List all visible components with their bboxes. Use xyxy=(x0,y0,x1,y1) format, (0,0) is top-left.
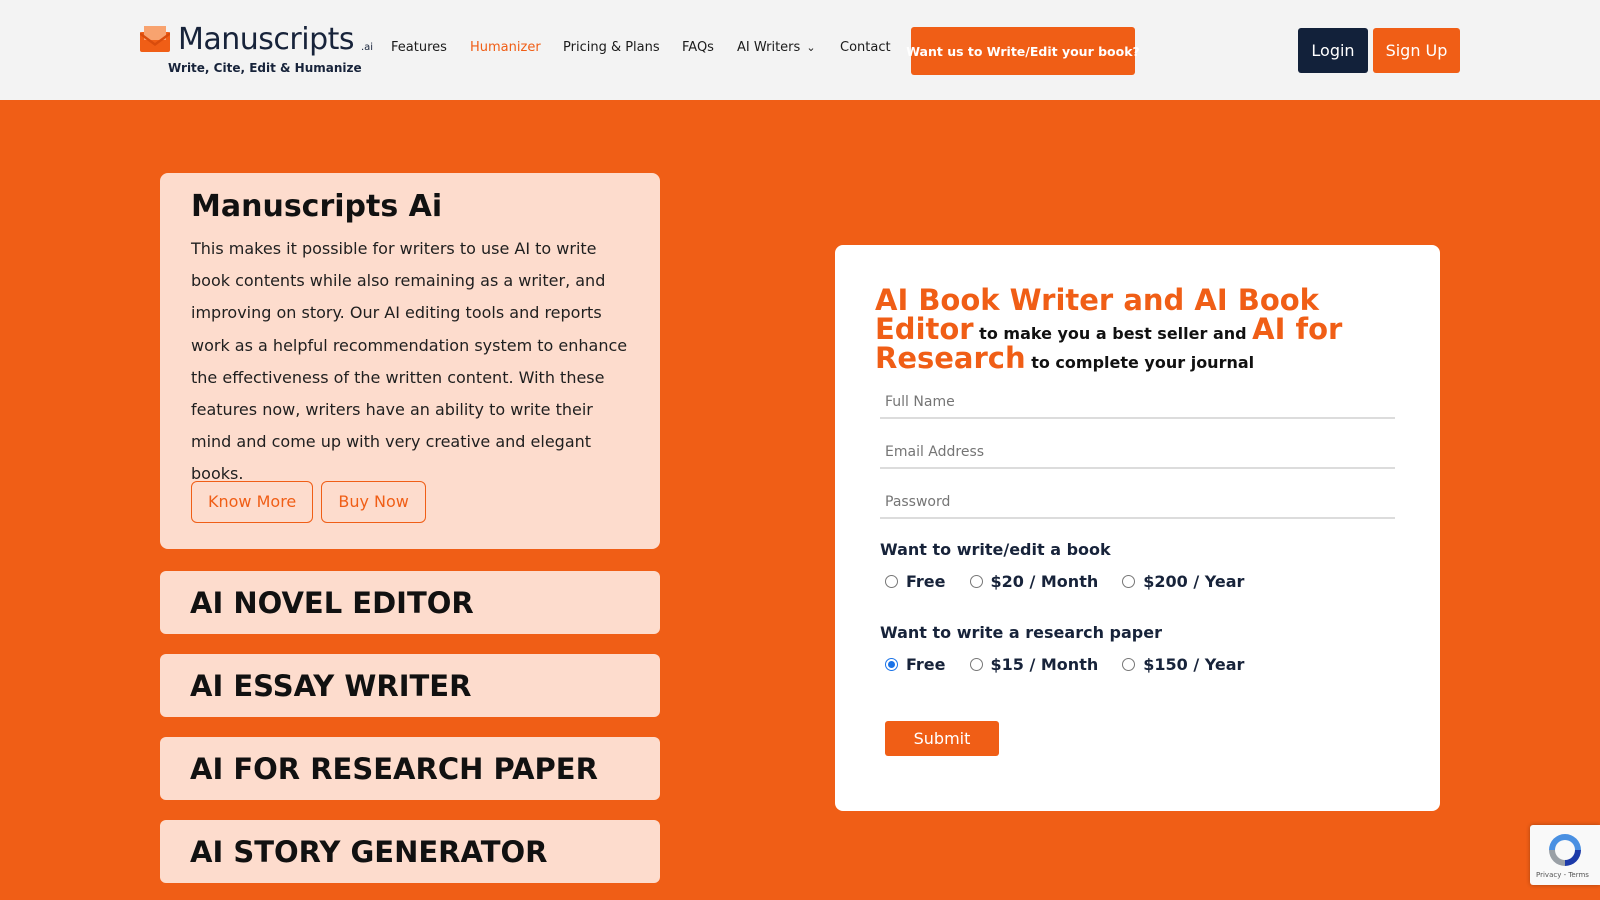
form-heading: AI Book Writer and AI Book Editor to mak… xyxy=(875,286,1405,374)
envelope-book-icon xyxy=(140,26,170,52)
form-heading-text-2: to complete your journal xyxy=(1025,353,1255,372)
research-plan-options: Free $15 / Month $150 / Year xyxy=(885,655,1268,674)
recaptcha-badge[interactable]: Privacy - Terms xyxy=(1530,825,1600,885)
email-input[interactable] xyxy=(880,425,1395,469)
book-plan-options: Free $20 / Month $200 / Year xyxy=(885,572,1268,591)
logo-name: Manuscripts xyxy=(178,22,355,57)
radio-checked-icon[interactable] xyxy=(885,658,898,671)
book-plan-free-label: Free xyxy=(906,572,946,591)
research-plan-label: Want to write a research paper xyxy=(880,623,1162,642)
logo-suffix: .ai xyxy=(361,42,374,53)
book-plan-monthly[interactable]: $20 / Month xyxy=(969,572,1099,591)
logo[interactable]: Manuscripts .ai Write, Cite, Edit & Huma… xyxy=(140,22,380,80)
book-plan-yearly[interactable]: $200 / Year xyxy=(1122,572,1244,591)
full-name-input[interactable] xyxy=(880,375,1395,419)
info-title: Manuscripts Ai xyxy=(191,189,443,224)
password-input[interactable] xyxy=(880,475,1395,519)
know-more-button[interactable]: Know More xyxy=(191,481,314,523)
research-plan-monthly[interactable]: $15 / Month xyxy=(969,655,1099,674)
radio-circle-icon[interactable] xyxy=(969,575,983,588)
research-plan-free[interactable]: Free xyxy=(885,655,946,674)
info-card: Manuscripts Ai This makes it possible fo… xyxy=(160,173,660,549)
chevron-down-icon: ⌄ xyxy=(806,41,816,54)
write-edit-book-button[interactable]: Want us to Write/Edit your book? xyxy=(906,27,1140,75)
buy-now-button[interactable]: Buy Now xyxy=(321,481,426,523)
book-plan-monthly-label: $20 / Month xyxy=(990,572,1099,591)
nav-contact[interactable]: Contact xyxy=(840,40,891,55)
nav-pricing[interactable]: Pricing & Plans xyxy=(563,40,660,55)
tool-card-research-paper[interactable]: AI FOR RESEARCH PAPER xyxy=(160,737,660,800)
book-plan-yearly-label: $200 / Year xyxy=(1143,572,1245,591)
nav-humanizer[interactable]: Humanizer xyxy=(470,40,541,55)
nav-faqs[interactable]: FAQs xyxy=(682,40,714,55)
radio-circle-icon[interactable] xyxy=(1122,658,1136,671)
logo-tagline: Write, Cite, Edit & Humanize xyxy=(168,61,362,75)
sign-up-button[interactable]: Sign Up xyxy=(1373,28,1460,73)
signup-form: AI Book Writer and AI Book Editor to mak… xyxy=(835,245,1440,811)
tool-card-story-generator[interactable]: AI STORY GENERATOR xyxy=(160,820,660,883)
tool-card-novel-editor[interactable]: AI NOVEL EDITOR xyxy=(160,571,660,634)
book-plan-free[interactable]: Free xyxy=(885,572,946,591)
research-plan-free-label: Free xyxy=(906,655,946,674)
research-plan-yearly[interactable]: $150 / Year xyxy=(1122,655,1244,674)
info-description: This makes it possible for writers to us… xyxy=(191,239,628,484)
recaptcha-icon xyxy=(1549,834,1581,866)
login-button[interactable]: Login xyxy=(1298,28,1368,73)
radio-circle-icon[interactable] xyxy=(885,575,898,588)
radio-circle-icon[interactable] xyxy=(969,658,983,671)
nav-ai-writers[interactable]: AI Writers ⌄ xyxy=(737,40,816,55)
site-header: Manuscripts .ai Write, Cite, Edit & Huma… xyxy=(0,0,1600,100)
book-plan-label: Want to write/edit a book xyxy=(880,540,1111,559)
research-plan-monthly-label: $15 / Month xyxy=(990,655,1099,674)
nav-features[interactable]: Features xyxy=(391,40,447,55)
recaptcha-terms[interactable]: Privacy - Terms xyxy=(1536,871,1589,879)
info-buttons: Know More Buy Now xyxy=(191,481,429,523)
tool-card-essay-writer[interactable]: AI ESSAY WRITER xyxy=(160,654,660,717)
research-plan-yearly-label: $150 / Year xyxy=(1143,655,1245,674)
radio-circle-icon[interactable] xyxy=(1122,575,1136,588)
submit-button[interactable]: Submit xyxy=(885,721,999,756)
nav-ai-writers-label: AI Writers xyxy=(737,40,801,55)
